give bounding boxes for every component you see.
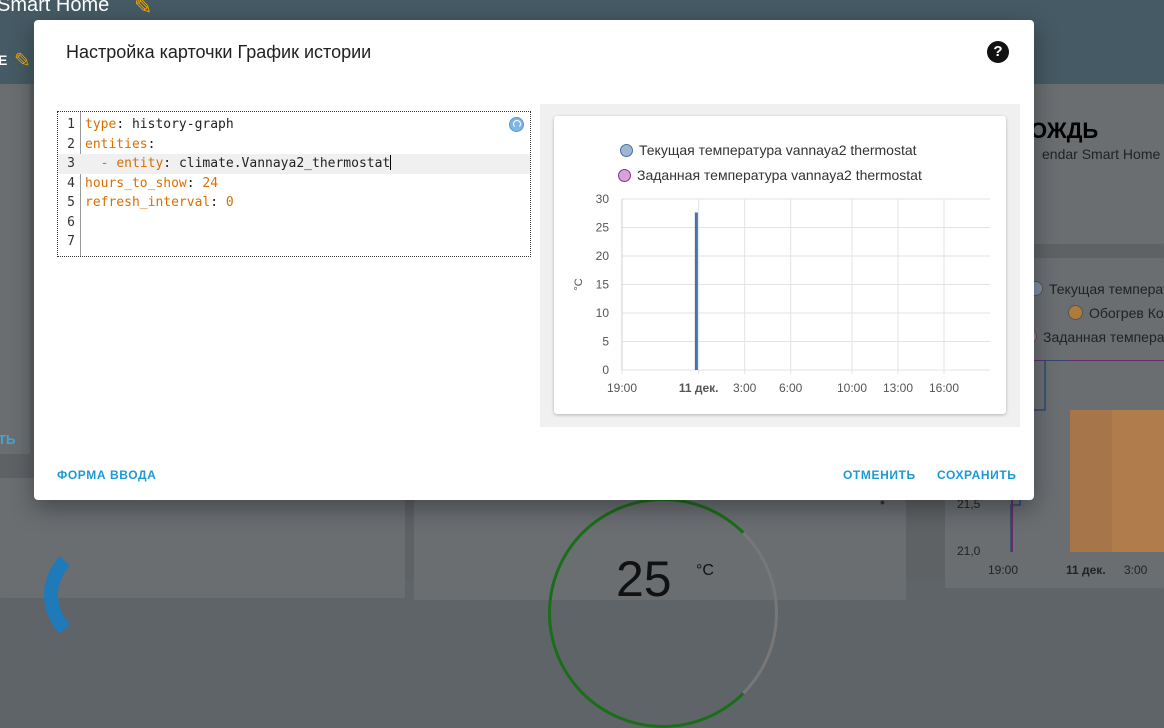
bg-gauge-arc <box>44 540 154 650</box>
history-line-chart: 0 5 10 15 20 25 30 19:00 11 дек. 3:00 6:00 10:00 13:… <box>573 192 990 395</box>
x-tick-label: 19:00 <box>607 381 637 395</box>
bg-thermostat-ring <box>548 498 778 728</box>
bg-right-card-title: ОЖДЬ <box>1030 118 1099 143</box>
line-number: 7 <box>67 234 75 249</box>
y-tick-label: 15 <box>596 278 610 292</box>
x-tick-label: 10:00 <box>837 381 867 395</box>
x-tick-label: 6:00 <box>779 381 803 395</box>
line-code: - entity: climate.Vannaya2_thermostat <box>85 155 392 171</box>
line-number: 5 <box>67 195 75 210</box>
text-cursor <box>390 155 392 170</box>
app-title: Smart Home <box>0 0 110 16</box>
editor-line[interactable]: 3 - entity: climate.Vannaya2_thermostat <box>58 154 530 174</box>
history-clock-icon <box>509 117 524 132</box>
y-tick-label: 25 <box>596 221 610 235</box>
bg-legend-item: Текущая температ <box>1028 281 1164 297</box>
yaml-code-editor[interactable]: 1 type: history-graph 2 entities: 3 - entit… <box>57 111 531 257</box>
y-axis-label: °C <box>573 278 585 290</box>
x-tick-label: 16:00 <box>929 381 959 395</box>
history-graph-card: Текущая температура vannaya2 thermostat … <box>554 116 1006 414</box>
card-config-dialog: Настройка карточки График истории ? 1 typ… <box>34 20 1034 500</box>
editor-line[interactable]: 2 entities: <box>58 135 530 155</box>
bg-thermostat-unit: °C <box>696 562 714 579</box>
bg-axis-label: 19:00 <box>988 563 1019 577</box>
help-icon[interactable]: ? <box>987 41 1009 63</box>
edit-pencil-icon[interactable]: ✎ <box>134 0 152 20</box>
form-editor-toggle-button[interactable]: ФОРМА ВВОДА <box>57 468 156 482</box>
bg-axis-label: 3:00 <box>1124 563 1148 577</box>
line-number: 3 <box>67 156 75 171</box>
editor-line[interactable]: 6 <box>58 213 530 233</box>
x-tick-label: 3:00 <box>733 381 757 395</box>
line-number: 6 <box>67 214 75 230</box>
bg-link-fragment[interactable]: ТЬ <box>0 432 15 447</box>
bg-axis-label: 21,0 <box>957 544 981 558</box>
editor-line[interactable]: 4 hours_to_show: 24 <box>58 174 530 194</box>
editor-line[interactable]: 7 <box>58 232 530 252</box>
line-code: refresh_interval: 0 <box>85 195 234 210</box>
legend-dot-icon <box>1068 305 1083 320</box>
bg-card-left <box>0 84 30 454</box>
y-tick-label: 10 <box>596 306 610 320</box>
x-tick-label: 11 дек. <box>679 381 719 395</box>
bg-thermostat-value: 25 <box>616 551 672 607</box>
tab-edit-pencil-icon[interactable]: ✎ <box>14 48 31 73</box>
editor-line[interactable]: 1 type: history-graph <box>58 115 530 135</box>
cancel-button[interactable]: ОТМЕНИТЬ <box>843 468 916 482</box>
y-tick-label: 20 <box>596 249 610 263</box>
y-tick-label: 0 <box>602 363 609 377</box>
line-number: 2 <box>67 136 75 152</box>
line-number: 4 <box>67 175 75 191</box>
bg-card-right-top <box>1034 84 1164 244</box>
bg-right-card-subtitle: endar Smart Home <box>1042 146 1161 162</box>
bg-legend-item: Заданная температ <box>1022 329 1164 345</box>
editor-line[interactable]: 5 refresh_interval: 0 <box>58 193 530 213</box>
bg-legend-item: Обогрев Ко <box>1068 305 1164 321</box>
y-tick-label: 30 <box>596 192 610 206</box>
line-number: 1 <box>67 117 75 132</box>
line-code: type: history-graph <box>85 117 234 132</box>
tab-fragment[interactable]: E <box>0 52 7 68</box>
card-preview-panel: Текущая температура vannaya2 thermostat … <box>540 104 1020 427</box>
x-tick-label: 13:00 <box>883 381 913 395</box>
dialog-title: Настройка карточки График истории <box>66 42 372 62</box>
save-button[interactable]: СОХРАНИТЬ <box>937 468 1017 482</box>
y-tick-label: 5 <box>602 335 609 349</box>
series-line-current <box>694 212 698 370</box>
bg-axis-label: 11 дек. <box>1066 563 1106 577</box>
line-code: hours_to_show: 24 <box>85 175 219 191</box>
line-code: entities: <box>85 136 164 152</box>
